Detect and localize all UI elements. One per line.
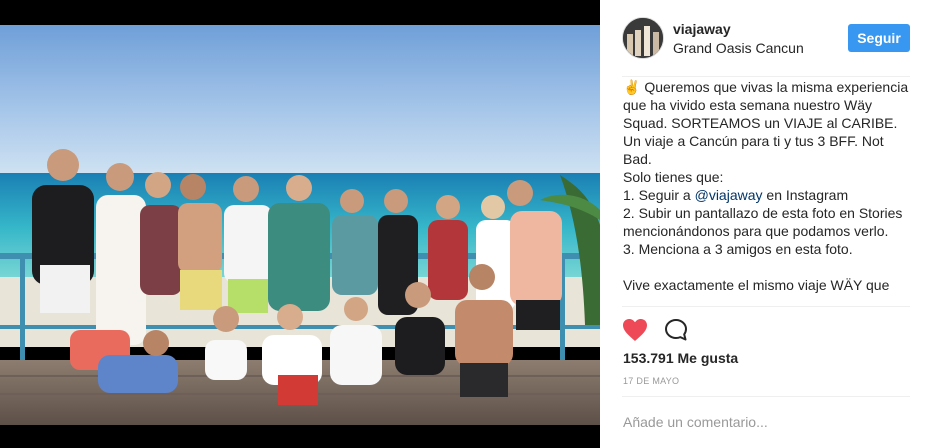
mention-link[interactable]: @viajaway	[695, 187, 763, 203]
photo-area	[0, 0, 600, 448]
caption-text: ✌️ Queremos que vivas la misma experienc…	[623, 79, 909, 203]
heart-icon[interactable]	[622, 318, 648, 342]
post-header: viajaway Grand Oasis Cancun Seguir	[600, 0, 933, 76]
divider	[622, 396, 910, 397]
speech-bubble-icon[interactable]	[664, 318, 688, 342]
comment-input[interactable]	[623, 413, 913, 431]
divider	[622, 306, 910, 307]
username[interactable]: viajaway	[673, 21, 731, 37]
location[interactable]: Grand Oasis Cancun	[673, 40, 804, 56]
post-photo[interactable]	[0, 25, 600, 425]
post-details-panel: viajaway Grand Oasis Cancun Seguir ✌️ Qu…	[600, 0, 933, 448]
like-count[interactable]: 153.791 Me gusta	[623, 350, 738, 366]
avatar[interactable]	[622, 17, 664, 59]
follow-button[interactable]: Seguir	[848, 24, 910, 52]
post-date: 17 DE MAYO	[623, 376, 680, 386]
action-bar	[622, 318, 702, 342]
divider	[622, 76, 910, 77]
caption: ✌️ Queremos que vivas la misma experienc…	[623, 78, 913, 306]
